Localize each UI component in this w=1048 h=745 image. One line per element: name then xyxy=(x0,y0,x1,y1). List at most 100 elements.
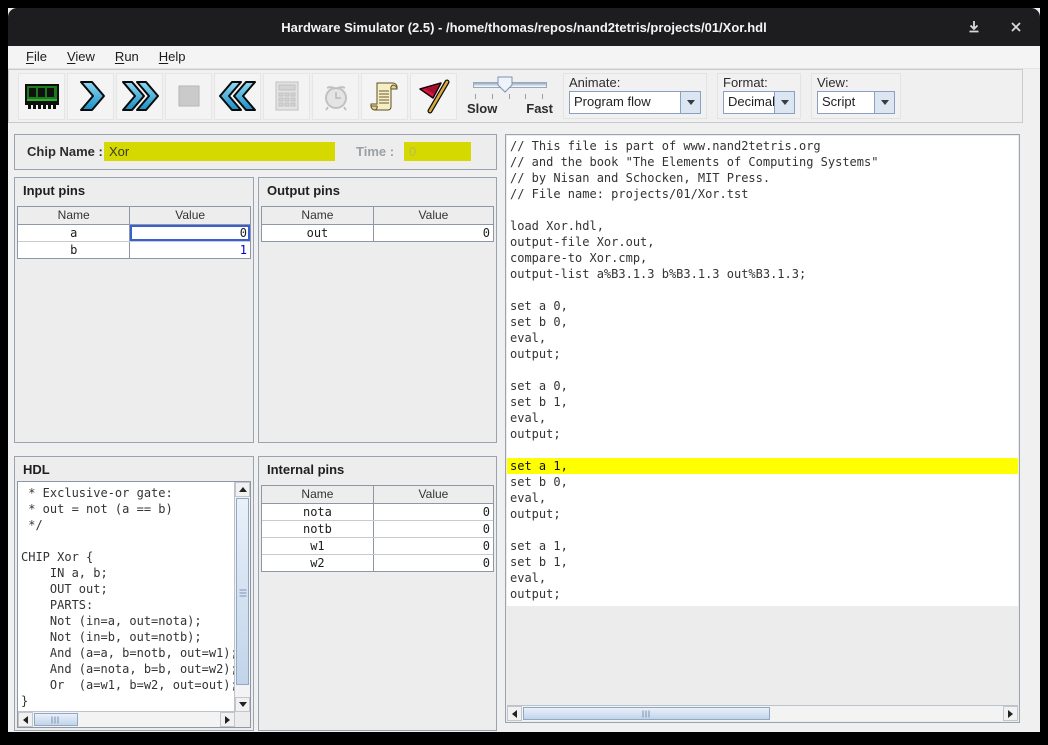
code-line: output; xyxy=(507,426,1018,442)
close-button[interactable] xyxy=(1008,19,1024,35)
chip-name-bar: Chip Name : Xor Time : 0 xyxy=(14,134,497,170)
hdl-horizontal-scrollbar[interactable] xyxy=(18,711,235,727)
pin-name: w2 xyxy=(262,555,374,571)
minimize-button[interactable] xyxy=(966,19,982,35)
script-view[interactable]: // This file is part of www.nand2tetris.… xyxy=(507,136,1018,606)
pin-row: b1 xyxy=(18,242,250,258)
breakpoints-button[interactable] xyxy=(410,73,457,120)
scroll-up-button[interactable] xyxy=(235,482,250,497)
calculator-button xyxy=(263,73,310,120)
code-line: load Xor.hdl, xyxy=(507,218,1018,234)
pin-name: nota xyxy=(262,504,374,520)
pin-value[interactable]: 0 xyxy=(130,225,250,241)
pin-name: out xyxy=(262,225,374,241)
code-line xyxy=(507,522,1018,538)
scrollbar-thumb[interactable] xyxy=(523,707,770,720)
code-line xyxy=(507,202,1018,218)
pin-row: notb0 xyxy=(262,521,493,538)
chip-name-field[interactable]: Xor xyxy=(104,142,335,161)
format-group: Format: Decimal xyxy=(717,73,801,119)
scroll-right-button[interactable] xyxy=(1003,706,1018,721)
code-line: output; xyxy=(507,346,1018,362)
toolbar: Slow Fast Animate: Program flow Format: … xyxy=(8,69,1023,123)
menu-help[interactable]: Help xyxy=(149,46,196,68)
code-line: output-file Xor.out, xyxy=(507,234,1018,250)
menu-file[interactable]: File xyxy=(16,46,57,68)
speed-slider[interactable]: Slow Fast xyxy=(467,73,553,119)
script-panel: // This file is part of www.nand2tetris.… xyxy=(505,134,1020,723)
pin-value[interactable]: 0 xyxy=(374,225,493,241)
scrollbar-thumb[interactable] xyxy=(34,713,78,726)
reset-button[interactable] xyxy=(214,73,261,120)
format-value: Decimal xyxy=(724,92,774,113)
code-line: PARTS: xyxy=(18,597,235,613)
pin-row: w20 xyxy=(262,555,493,571)
hdl-vertical-scrollbar[interactable] xyxy=(234,482,250,712)
code-line: set b 0, xyxy=(507,314,1018,330)
double-chevron-right-icon xyxy=(121,78,159,114)
pin-name: w1 xyxy=(262,538,374,554)
input-pins-panel: Input pins NameValuea0b1 xyxy=(14,177,254,443)
code-line: eval, xyxy=(507,330,1018,346)
view-select[interactable]: Script xyxy=(817,91,895,114)
slider-ticks xyxy=(475,94,543,100)
code-line: And (a=nota, b=b, out=w2); xyxy=(18,661,235,677)
chip-name-label: Chip Name : xyxy=(27,144,103,159)
code-line: * Exclusive-or gate: xyxy=(18,485,235,501)
column-header: Value xyxy=(374,207,493,224)
hdl-code-view[interactable]: * Exclusive-or gate: * out = not (a == b… xyxy=(17,481,251,728)
pin-value[interactable]: 1 xyxy=(130,242,250,258)
menu-view[interactable]: View xyxy=(57,46,105,68)
code-line: output; xyxy=(507,586,1018,602)
code-line: set a 0, xyxy=(507,298,1018,314)
menu-run[interactable]: Run xyxy=(105,46,149,68)
code-line: // File name: projects/01/Xor.tst xyxy=(507,186,1018,202)
pin-value[interactable]: 0 xyxy=(374,504,493,520)
scroll-down-button[interactable] xyxy=(235,697,250,712)
code-line: Not (in=a, out=nota); xyxy=(18,613,235,629)
code-line xyxy=(507,362,1018,378)
code-line: Not (in=b, out=notb); xyxy=(18,629,235,645)
stop-button xyxy=(165,73,212,120)
code-line: */ xyxy=(18,517,235,533)
stop-square-icon xyxy=(171,78,207,114)
code-line: Or (a=w1, b=w2, out=out); xyxy=(18,677,235,693)
chevron-down-icon[interactable] xyxy=(680,92,700,113)
scroll-left-button[interactable] xyxy=(507,706,522,721)
time-label: Time : xyxy=(356,144,394,159)
view-script-button[interactable] xyxy=(361,73,408,120)
single-step-button[interactable] xyxy=(67,73,114,120)
code-line: set b 0, xyxy=(507,474,1018,490)
code-line: // by Nisan and Schocken, MIT Press. xyxy=(507,170,1018,186)
double-chevron-left-icon xyxy=(219,78,257,114)
code-line: CHIP Xor { xyxy=(18,549,235,565)
run-button[interactable] xyxy=(116,73,163,120)
table-header-row: NameValue xyxy=(262,207,493,225)
scroll-right-button[interactable] xyxy=(220,712,235,727)
column-header: Value xyxy=(374,486,493,503)
window-title: Hardware Simulator (2.5) - /home/thomas/… xyxy=(281,20,766,35)
code-line xyxy=(507,442,1018,458)
column-header: Value xyxy=(130,207,250,224)
x-icon xyxy=(1010,21,1022,33)
chevron-down-icon[interactable] xyxy=(874,92,894,113)
current-script-line: set a 1, xyxy=(507,458,1018,474)
script-horizontal-scrollbar[interactable] xyxy=(507,705,1018,721)
animate-group: Animate: Program flow xyxy=(563,73,707,119)
animate-select[interactable]: Program flow xyxy=(569,91,701,114)
format-select[interactable]: Decimal xyxy=(723,91,795,114)
pin-value[interactable]: 0 xyxy=(374,538,493,554)
load-chip-button[interactable] xyxy=(18,73,65,120)
input-pins-table: NameValuea0b1 xyxy=(17,206,251,259)
pin-row: out0 xyxy=(262,225,493,241)
code-line: eval, xyxy=(507,490,1018,506)
output-pins-panel: Output pins NameValueout0 xyxy=(258,177,497,443)
code-line: } xyxy=(18,693,235,709)
calculator-icon xyxy=(269,78,305,114)
pin-value[interactable]: 0 xyxy=(374,555,493,571)
title-bar[interactable]: Hardware Simulator (2.5) - /home/thomas/… xyxy=(8,8,1040,46)
scrollbar-thumb[interactable] xyxy=(236,498,249,685)
scroll-left-button[interactable] xyxy=(18,712,33,727)
chevron-down-icon[interactable] xyxy=(774,92,794,113)
pin-value[interactable]: 0 xyxy=(374,521,493,537)
